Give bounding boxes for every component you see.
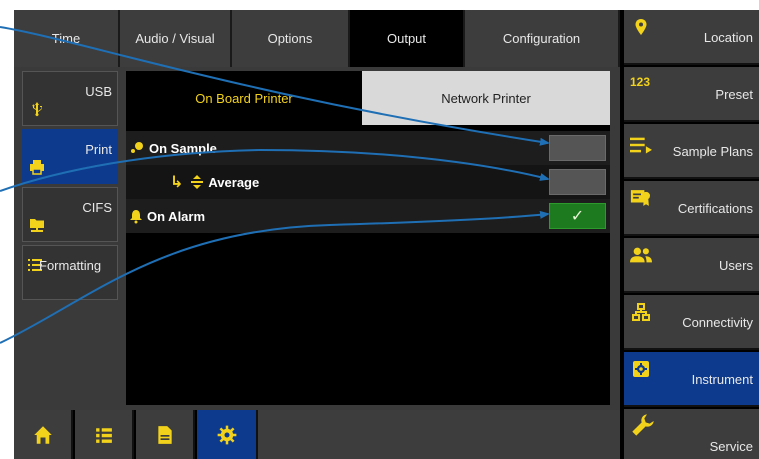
sub-tab-label: Network Printer <box>441 90 531 106</box>
side-tab-label: Print <box>85 142 112 157</box>
service-button[interactable]: Service <box>624 409 759 459</box>
list-icon <box>95 427 112 443</box>
checkmark-icon: ✓ <box>570 208 585 225</box>
side-tab-usb[interactable]: USB <box>22 71 118 126</box>
usb-icon <box>32 102 42 117</box>
wrench-icon <box>632 414 654 436</box>
tab-label: Time <box>51 31 81 46</box>
on-sample-checkbox[interactable] <box>549 135 606 161</box>
printer-icon <box>30 160 44 175</box>
preset-button[interactable]: 123 Preset <box>624 67 759 122</box>
sample-plans-icon <box>630 137 652 154</box>
output-panel: USB Print CIFS Formatting On Board Print… <box>14 67 620 410</box>
on-alarm-checkbox[interactable]: ✓ <box>549 203 606 229</box>
users-icon <box>630 247 652 263</box>
connectivity-icon <box>632 303 650 321</box>
tab-audio-visual[interactable]: Audio / Visual <box>120 10 232 67</box>
tab-options[interactable]: Options <box>232 10 350 67</box>
right-nav-label: Sample Plans <box>672 144 753 159</box>
side-tab-label: Formatting <box>39 258 102 273</box>
option-label: Average <box>208 174 260 190</box>
printer-settings: On Board Printer Network Printer On Samp… <box>126 71 610 405</box>
option-on-alarm: On Alarm ✓ <box>126 199 610 233</box>
instrument-screen: Time Audio / Visual Options Output Confi… <box>14 10 759 459</box>
option-label: On Alarm <box>147 208 206 224</box>
tab-label: Configuration <box>502 31 581 46</box>
option-on-sample: On Sample <box>126 131 610 165</box>
tab-output[interactable]: Output <box>350 10 465 67</box>
side-tab-print[interactable]: Print <box>22 129 118 184</box>
document-button[interactable] <box>136 410 195 459</box>
home-icon <box>33 425 52 444</box>
right-nav-label: Instrument <box>691 372 753 387</box>
users-button[interactable]: Users <box>624 238 759 293</box>
connectivity-button[interactable]: Connectivity <box>624 295 759 350</box>
home-button[interactable] <box>14 410 73 459</box>
tab-on-board-printer[interactable]: On Board Printer <box>126 71 362 125</box>
side-tab-label: USB <box>85 84 112 99</box>
right-nav-label: Certifications <box>677 201 753 216</box>
average-icon <box>191 175 204 189</box>
location-pin-icon <box>635 19 647 35</box>
tab-label: Options <box>267 31 313 46</box>
document-icon <box>157 425 172 444</box>
right-nav-label: Service <box>709 439 753 454</box>
certificate-icon <box>630 190 650 206</box>
certifications-button[interactable]: Certifications <box>624 181 759 236</box>
tab-configuration[interactable]: Configuration <box>465 10 620 67</box>
instrument-icon <box>633 361 649 377</box>
right-nav-label: Users <box>719 258 753 273</box>
tab-label: Audio / Visual <box>135 31 215 46</box>
network-folder-icon <box>30 219 44 232</box>
right-nav-label: Location <box>703 30 753 45</box>
tab-label: Output <box>386 31 427 46</box>
right-nav-label: Connectivity <box>682 315 753 330</box>
side-tab-label: CIFS <box>82 200 112 215</box>
sub-tab-label: On Board Printer <box>195 90 293 106</box>
option-label: On Sample <box>149 140 217 156</box>
alarm-bell-icon <box>130 210 142 224</box>
tab-time[interactable]: Time <box>14 10 120 67</box>
right-nav-label: Preset <box>715 87 753 102</box>
sample-plans-button[interactable]: Sample Plans <box>624 124 759 179</box>
list-button[interactable] <box>75 410 134 459</box>
tab-network-printer[interactable]: Network Printer <box>362 71 610 125</box>
sub-option-arrow: ↳ <box>170 174 184 191</box>
location-button[interactable]: Location <box>624 10 759 65</box>
average-checkbox[interactable] <box>549 169 606 195</box>
instrument-button[interactable]: Instrument <box>624 352 759 407</box>
gear-icon <box>217 425 236 444</box>
sample-icon <box>131 142 143 153</box>
side-tab-cifs[interactable]: CIFS <box>22 187 118 242</box>
settings-button[interactable] <box>197 410 258 459</box>
side-tab-formatting[interactable]: Formatting <box>22 245 118 300</box>
option-average: ↳ Average <box>126 165 610 199</box>
bottom-bar <box>258 410 620 459</box>
preset-123-icon: 123 <box>630 75 651 89</box>
